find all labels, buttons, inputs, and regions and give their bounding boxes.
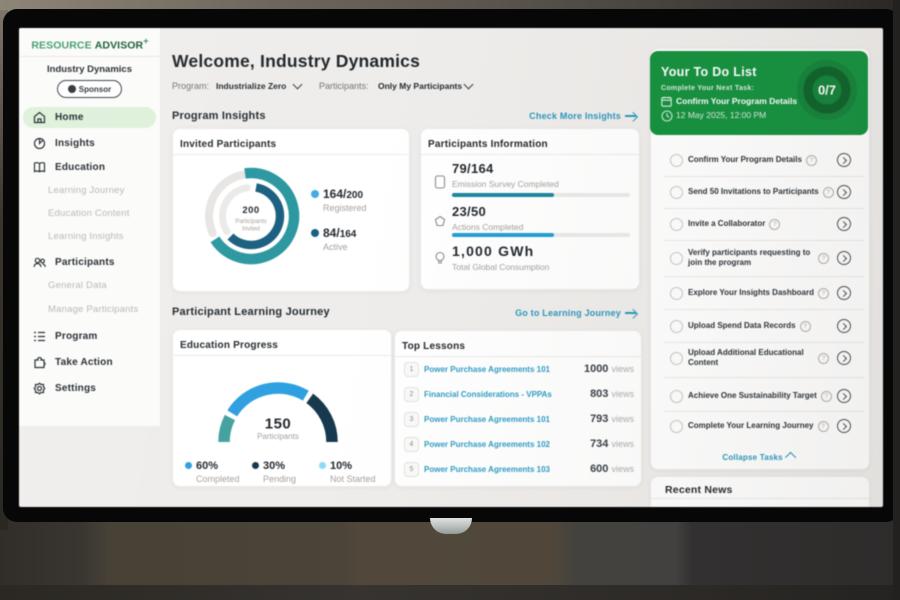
svg-text:150: 150 bbox=[265, 416, 292, 433]
svg-text:Invited: Invited bbox=[242, 227, 260, 233]
svg-text:200: 200 bbox=[242, 205, 259, 216]
svg-text:Participants: Participants bbox=[257, 432, 299, 441]
svg-text:Participants: Participants bbox=[235, 219, 266, 225]
